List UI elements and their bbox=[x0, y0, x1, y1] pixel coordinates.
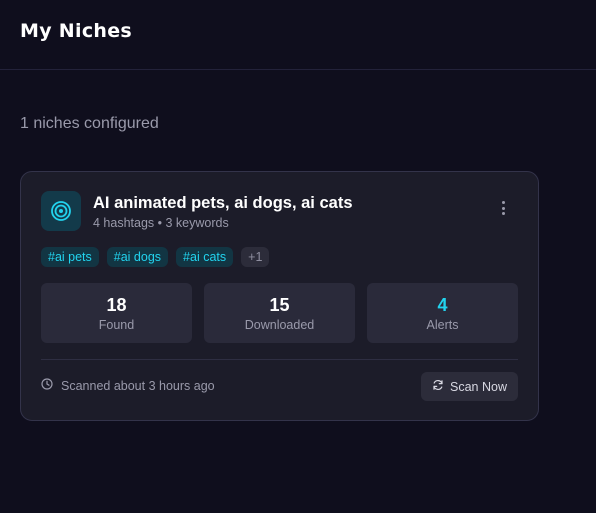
scanned-text: Scanned about 3 hours ago bbox=[61, 378, 215, 393]
niche-title: AI animated pets, ai dogs, ai cats bbox=[93, 194, 353, 212]
scan-now-button[interactable]: Scan Now bbox=[421, 372, 518, 401]
stat-label: Alerts bbox=[426, 317, 459, 332]
stat-found: 18 Found bbox=[41, 283, 192, 343]
niche-meta: 4 hashtags • 3 keywords bbox=[93, 216, 229, 230]
more-options-icon[interactable] bbox=[494, 198, 512, 218]
stat-label: Found bbox=[98, 317, 135, 332]
divider bbox=[41, 359, 518, 360]
hashtag-badge: #ai pets bbox=[41, 247, 99, 267]
tag-list: #ai pets #ai dogs #ai cats +1 bbox=[41, 247, 270, 267]
more-tags-badge: +1 bbox=[241, 247, 270, 267]
stat-downloaded: 15 Downloaded bbox=[204, 283, 355, 343]
target-icon bbox=[41, 191, 81, 231]
stat-alerts: 4 Alerts bbox=[367, 283, 518, 343]
stat-value: 18 bbox=[106, 294, 127, 315]
page-header: My Niches bbox=[0, 0, 596, 70]
page-title: My Niches bbox=[20, 19, 133, 42]
niche-count: 1 niches configured bbox=[20, 115, 159, 132]
stats-row: 18 Found 15 Downloaded 4 Alerts bbox=[41, 283, 518, 343]
stat-value: 4 bbox=[437, 294, 448, 315]
clock-icon bbox=[41, 378, 53, 393]
hashtag-badge: #ai cats bbox=[176, 247, 234, 267]
refresh-icon bbox=[432, 379, 444, 394]
scan-status: Scanned about 3 hours ago bbox=[41, 378, 215, 393]
hashtag-badge: #ai dogs bbox=[106, 247, 169, 267]
stat-label: Downloaded bbox=[244, 317, 315, 332]
stat-value: 15 bbox=[269, 294, 290, 315]
scan-now-label: Scan Now bbox=[450, 379, 507, 394]
niche-card[interactable]: AI animated pets, ai dogs, ai cats 4 has… bbox=[20, 171, 539, 421]
